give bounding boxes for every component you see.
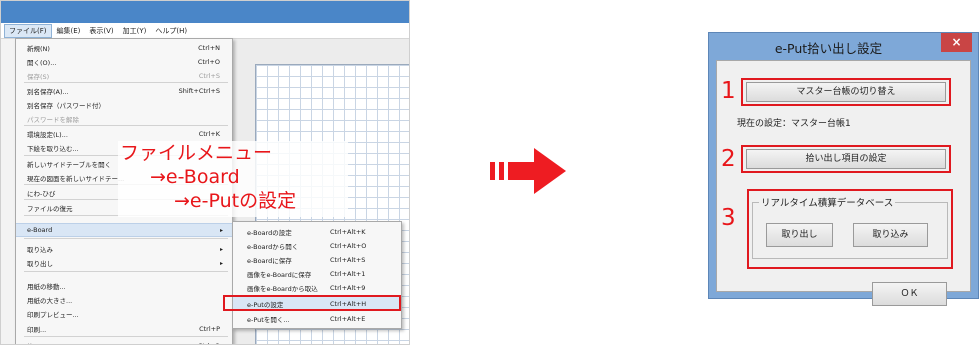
eput-settings-dialog: e-Put拾い出し設定 × 1 マスター台帳の切り替え 現在の設定：マスター台帳… <box>708 32 979 306</box>
menu-item-label: 印刷... <box>27 326 47 334</box>
submenu-arrow-icon: ▸ <box>219 245 223 253</box>
master-ledger-switch-button[interactable]: マスター台帳の切り替え <box>746 82 946 102</box>
dialog-titlebar: e-Put拾い出し設定 × <box>709 33 978 60</box>
menu-item-label: 現在の図面を新しいサイドテー... <box>27 175 125 183</box>
menu-item-label: 画像をe-Boardから取込 <box>247 285 318 293</box>
step-marker-1: 1 <box>721 78 736 104</box>
file-menu-item[interactable]: 終了Ctrl+Q <box>16 339 232 344</box>
ok-button[interactable]: ＯＫ <box>872 282 947 306</box>
arrow-right-icon <box>490 148 566 194</box>
file-menu-item[interactable]: 用紙の移動... <box>16 279 232 293</box>
submenu-arrow-icon: ▸ <box>219 259 223 267</box>
eboard-submenu-item[interactable]: 画像をe-Boardに保存 Ctrl+Alt+1 <box>233 267 401 281</box>
submenu-arrow-icon: ▸ <box>219 226 223 234</box>
menu-item-shortcut: Ctrl+Alt+O <box>330 242 367 250</box>
annotation-line-eboard: →e-Board <box>150 166 240 188</box>
menu-item-label: e-Boardの設定 <box>247 229 292 237</box>
app-screenshot: ファイル(F) 編集(E) 表示(V) 加工(Y) ヘルプ(H) 新規(N) Ctrl+N… <box>0 0 410 345</box>
menu-item-label: 開く(O)... <box>27 59 57 67</box>
menu-separator <box>24 336 228 337</box>
file-menu-item[interactable]: パスワードを解除 <box>16 112 232 126</box>
file-menu-item[interactable]: 保存(S) Ctrl+S <box>16 69 232 83</box>
current-setting-label: 現在の設定：マスター台帳1 <box>737 119 851 129</box>
step-marker-3: 3 <box>721 205 736 231</box>
file-menu-item[interactable]: 開く(O)... Ctrl+O <box>16 55 232 69</box>
file-menu-item[interactable]: 用紙の大きさ... <box>16 293 232 307</box>
eput-setting-highlight-frame <box>223 295 401 311</box>
menu-item-label: パスワードを解除 <box>27 116 79 124</box>
menu-item-label: 保存(S) <box>27 73 50 81</box>
export-button[interactable]: 取り出し <box>766 223 833 247</box>
menu-item-label: 取り出し <box>27 260 53 268</box>
menubar-item-5[interactable]: ヘルプ(H) <box>151 25 191 37</box>
menu-item-shortcut: Shift+Ctrl+S <box>178 87 220 95</box>
menu-item-shortcut: Ctrl+N <box>198 44 220 52</box>
menu-item-label: e-Board <box>27 226 53 234</box>
pickup-items-setting-button[interactable]: 拾い出し項目の設定 <box>746 149 946 169</box>
dialog-title: e-Put拾い出し設定 <box>774 41 883 56</box>
file-menu-item[interactable]: 別名保存(A)... Shift+Ctrl+S <box>16 84 232 98</box>
app-titlebar <box>1 1 409 23</box>
file-menu-item[interactable]: 環境設定(L)... Ctrl+K <box>16 127 232 141</box>
menu-item-label: e-Putを開く... <box>247 316 290 324</box>
menu-item-shortcut: Ctrl+Alt+E <box>330 315 366 323</box>
eboard-submenu-item[interactable]: 画像をe-Boardから取込 Ctrl+Alt+9 <box>233 281 401 295</box>
file-menu-item[interactable]: 取り込み ▸ <box>16 242 232 256</box>
menu-item-shortcut: Ctrl+Alt+S <box>330 256 366 264</box>
menu-item-shortcut: Ctrl+O <box>197 58 220 66</box>
realtime-estimate-db-group: リアルタイム積算データベース 取り出し 取り込み <box>752 195 948 259</box>
menu-item-shortcut: Ctrl+S <box>198 72 220 80</box>
menu-item-label: 新規(N) <box>27 45 50 53</box>
file-menu-item[interactable]: 別名保存（パスワード付） <box>16 98 232 112</box>
menu-item-label: 取り込み <box>27 246 53 254</box>
import-button[interactable]: 取り込み <box>853 223 928 247</box>
eboard-submenu: e-Boardの設定 Ctrl+Alt+K e-Boardから開く Ctrl+Alt+… <box>232 221 402 329</box>
menu-item-shortcut: Ctrl+Alt+9 <box>330 284 366 292</box>
menubar-item-1[interactable]: ファイル(F) <box>4 23 52 38</box>
annotation-line-file-menu: ファイルメニュー <box>120 142 273 164</box>
dialog-body: 1 マスター台帳の切り替え 現在の設定：マスター台帳1 2 拾い出し項目の設定 … <box>716 60 971 306</box>
menu-item-label: にわ-ひび <box>27 190 56 198</box>
menu-item-label: 印刷プレビュー... <box>27 311 79 319</box>
menu-separator <box>24 271 228 272</box>
eboard-submenu-item[interactable]: e-Boardの設定 Ctrl+Alt+K <box>233 225 401 239</box>
close-button[interactable]: × <box>941 33 972 52</box>
menu-item-label: 環境設定(L)... <box>27 131 68 139</box>
menu-item-label: 下絵を取り込む... <box>27 145 79 153</box>
menubar-item-4[interactable]: 加工(Y) <box>119 25 151 37</box>
menu-item-label: 終了 <box>27 341 40 344</box>
annotation-line-eput-setting: →e-Putの設定 <box>174 190 297 212</box>
menu-item-shortcut: Ctrl+P <box>199 325 220 333</box>
menu-item-label: 別名保存（パスワード付） <box>27 102 105 110</box>
menubar: ファイル(F) 編集(E) 表示(V) 加工(Y) ヘルプ(H) <box>1 23 409 39</box>
menu-item-shortcut: Ctrl+K <box>198 130 220 138</box>
file-menu-item[interactable]: 印刷プレビュー... <box>16 307 232 321</box>
menu-item-shortcut: Ctrl+Alt+1 <box>330 270 366 278</box>
menu-item-label: 画像をe-Boardに保存 <box>247 271 312 279</box>
eboard-submenu-item[interactable]: e-Boardから開く Ctrl+Alt+O <box>233 239 401 253</box>
menu-item-label: 新しいサイドテーブルを開く <box>27 161 112 169</box>
menu-item-label: 別名保存(A)... <box>27 88 69 96</box>
realtime-estimate-db-label: リアルタイム積算データベース <box>759 195 896 209</box>
menu-item-label: e-Boardに保存 <box>247 257 292 265</box>
file-menu-item[interactable]: 印刷... Ctrl+P <box>16 322 232 336</box>
menu-separator <box>24 238 228 239</box>
menu-item-label: ファイルの復元 <box>27 205 73 213</box>
eboard-submenu-item[interactable]: e-Putを開く... Ctrl+Alt+E <box>233 312 401 326</box>
menu-item-label: 用紙の大きさ... <box>27 297 73 305</box>
file-menu-item[interactable]: 取り出し ▸ <box>16 256 232 270</box>
menubar-item-2[interactable]: 編集(E) <box>53 25 85 37</box>
menu-item-label: 用紙の移動... <box>27 283 66 291</box>
menubar-item-3[interactable]: 表示(V) <box>85 25 117 37</box>
file-menu-item[interactable]: 新規(N) Ctrl+N <box>16 41 232 55</box>
menu-path-annotation: ファイルメニュー →e-Board →e-Putの設定 <box>118 141 348 217</box>
menu-item-shortcut: Ctrl+Alt+K <box>330 228 366 236</box>
eboard-submenu-item[interactable]: e-Boardに保存 Ctrl+Alt+S <box>233 253 401 267</box>
step-marker-2: 2 <box>721 146 736 172</box>
file-menu-item[interactable]: e-Board ▸ <box>16 223 232 237</box>
menu-item-label: e-Boardから開く <box>247 243 299 251</box>
